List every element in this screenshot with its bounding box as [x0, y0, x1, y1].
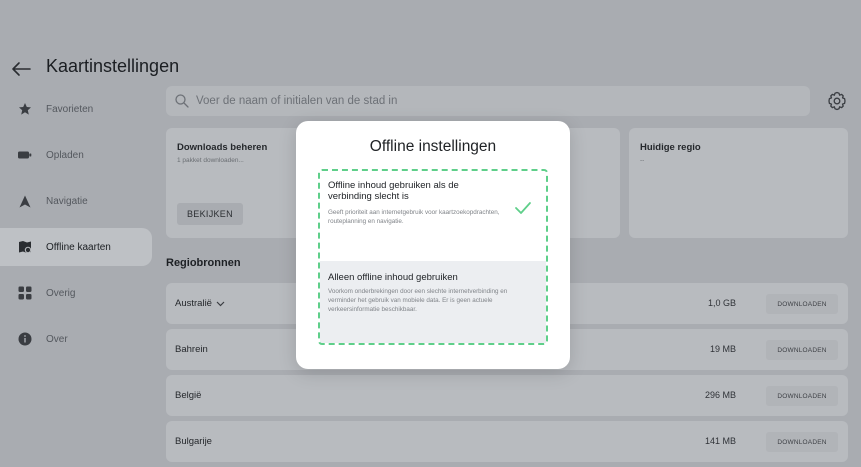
- focus-outline: [318, 169, 548, 345]
- settings-page: Kaartinstellingen Favorieten Opladen Nav…: [0, 0, 861, 462]
- region-name: Bahrein: [175, 344, 208, 355]
- back-arrow-icon[interactable]: [10, 58, 32, 80]
- section-title: Regiobronnen: [166, 257, 241, 269]
- sidebar-item-label: Offline kaarten: [46, 241, 111, 253]
- search-input[interactable]: Voer de naam of initialen van de stad in: [166, 86, 810, 116]
- sidebar-item-navigation[interactable]: Navigatie: [0, 182, 160, 220]
- download-button[interactable]: DOWNLOADEN: [766, 386, 838, 406]
- navigation-arrow-icon: [18, 194, 32, 208]
- region-name: Australië: [175, 298, 225, 309]
- region-size: 19 MB: [709, 344, 736, 354]
- region-row[interactable]: Bulgarije 141 MB DOWNLOADEN: [166, 421, 848, 462]
- region-size: 1,0 GB: [707, 298, 736, 308]
- sidebar-item-about[interactable]: Over: [0, 320, 160, 358]
- region-name: Bulgarije: [175, 436, 212, 447]
- gear-icon[interactable]: [827, 91, 847, 111]
- search-icon: [174, 93, 190, 109]
- downloads-card-subtitle: 1 pakket downloaden...: [177, 157, 244, 164]
- sidebar-item-label: Over: [46, 333, 68, 345]
- sidebar-item-offline-maps[interactable]: Offline kaarten: [0, 228, 152, 266]
- sidebar-item-label: Navigatie: [46, 195, 88, 207]
- star-icon: [18, 102, 32, 116]
- sidebar-item-label: Overig: [46, 287, 76, 299]
- info-icon: [18, 332, 32, 346]
- region-row[interactable]: België 296 MB DOWNLOADEN: [166, 375, 848, 416]
- region-size: 141 MB: [704, 436, 736, 446]
- sidebar: Favorieten Opladen Navigatie Offline kaa…: [0, 90, 160, 366]
- download-button[interactable]: DOWNLOADEN: [766, 294, 838, 314]
- sidebar-item-label: Opladen: [46, 149, 84, 161]
- current-region-value: --: [640, 157, 645, 164]
- region-name: België: [175, 390, 202, 401]
- dialog-title: Offline instellingen: [369, 138, 497, 155]
- current-region-title: Huidige regio: [640, 142, 701, 153]
- download-button[interactable]: DOWNLOADEN: [766, 432, 838, 452]
- battery-icon: [18, 148, 32, 162]
- download-button[interactable]: DOWNLOADEN: [766, 340, 838, 360]
- view-downloads-button[interactable]: BEKIJKEN: [177, 203, 243, 225]
- grid-icon: [18, 286, 32, 300]
- downloads-card-title: Downloads beheren: [177, 142, 268, 153]
- sidebar-item-label: Favorieten: [46, 103, 94, 115]
- region-size: 296 MB: [704, 390, 736, 400]
- current-region-card: Huidige regio --: [629, 128, 848, 238]
- chevron-down-icon[interactable]: [216, 301, 225, 307]
- search-placeholder: Voer de naam of initialen van de stad in: [196, 95, 398, 107]
- region-name-text: Australië: [175, 298, 212, 309]
- offline-settings-dialog: Offline instellingen Alleen offline inho…: [296, 121, 570, 369]
- page-title: Kaartinstellingen: [46, 56, 180, 76]
- sidebar-item-charging[interactable]: Opladen: [0, 136, 160, 174]
- sidebar-item-other[interactable]: Overig: [0, 274, 160, 312]
- offline-map-icon: [18, 240, 32, 254]
- sidebar-item-favorites[interactable]: Favorieten: [0, 90, 160, 128]
